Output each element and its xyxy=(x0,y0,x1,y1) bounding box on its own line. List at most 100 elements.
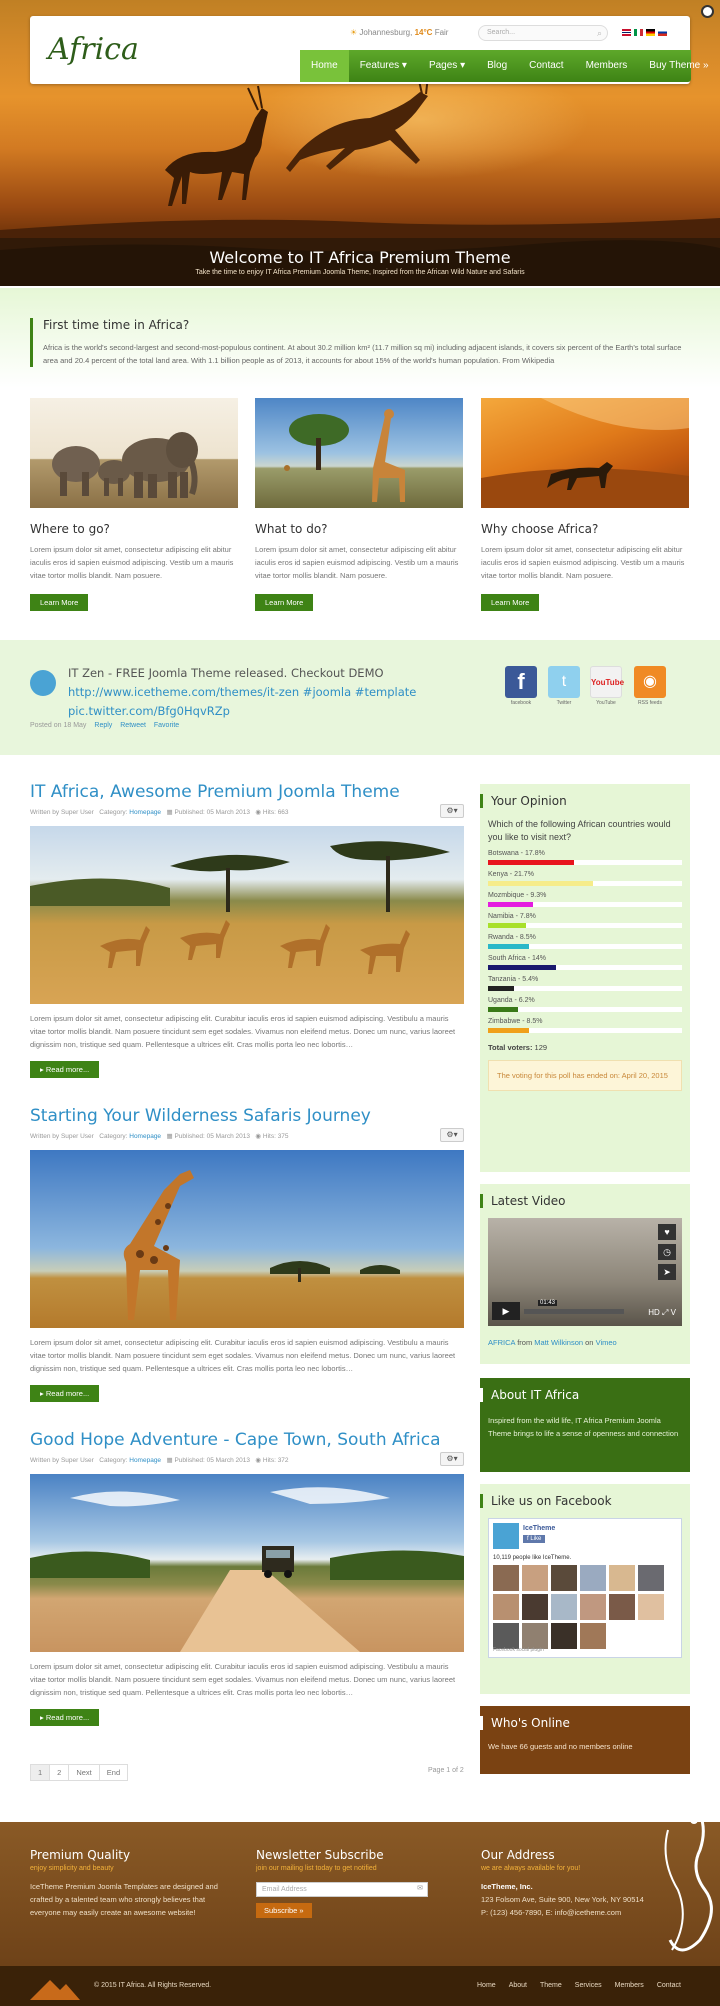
fan-avatar[interactable] xyxy=(638,1594,664,1620)
fan-avatar[interactable] xyxy=(493,1565,519,1591)
fan-avatar[interactable] xyxy=(609,1594,635,1620)
arrow-right-icon: ▸ xyxy=(40,1713,44,1722)
flag-italy-icon[interactable] xyxy=(634,29,643,36)
poll-total: Total voters: 129 xyxy=(488,1043,682,1052)
poll-option-bar xyxy=(488,944,682,949)
read-more-button[interactable]: ▸ Read more... xyxy=(30,1385,100,1402)
video-controls-icon[interactable]: HD ⤢ V xyxy=(648,1308,676,1318)
online-title: Who's Online xyxy=(480,1716,690,1730)
post-title[interactable]: IT Africa, Awesome Premium Joomla Theme xyxy=(30,782,464,802)
page-end-button[interactable]: End xyxy=(98,1764,129,1781)
fan-avatar[interactable] xyxy=(522,1594,548,1620)
newsletter-email-input[interactable]: Email Address ✉ xyxy=(256,1882,428,1897)
video-progress-bar[interactable] xyxy=(524,1309,624,1314)
fan-avatar[interactable] xyxy=(493,1594,519,1620)
video-author[interactable]: Matt Wilkinson xyxy=(534,1338,583,1347)
poll-option-fill xyxy=(488,881,594,886)
tweet-link[interactable]: http://www.icetheme.com/themes/it-zen #j… xyxy=(68,683,416,702)
poll-option-fill xyxy=(488,1007,519,1012)
gear-icon[interactable]: ⚙▾ xyxy=(440,1128,464,1142)
gear-icon[interactable]: ⚙▾ xyxy=(440,804,464,818)
facebook-like-button[interactable]: f Like xyxy=(523,1535,546,1543)
page-2-button[interactable]: 2 xyxy=(49,1764,70,1781)
arrow-right-icon: ▸ xyxy=(40,1065,44,1074)
read-more-button[interactable]: ▸ Read more... xyxy=(30,1709,100,1726)
learn-more-button[interactable]: Learn More xyxy=(30,594,89,611)
nav-contact[interactable]: Contact xyxy=(518,50,574,82)
nav-members[interactable]: Members xyxy=(575,50,639,82)
read-more-button[interactable]: ▸ Read more... xyxy=(30,1061,100,1078)
tweet-pic-link[interactable]: pic.twitter.com/Bfg0HqvRZp xyxy=(68,702,416,721)
page-1-button[interactable]: 1 xyxy=(30,1764,51,1781)
post-published: Published: 05 March 2013 xyxy=(174,1457,250,1464)
tweet-reply[interactable]: Reply xyxy=(94,722,112,729)
footer-link-contact[interactable]: Contact xyxy=(657,1982,681,1989)
rss-icon: ◉ xyxy=(634,666,666,698)
video-player[interactable]: ♥ ◷ ➤ ▶ 01:43 HD ⤢ V xyxy=(488,1218,682,1326)
fan-avatar[interactable] xyxy=(580,1623,606,1649)
nav-blog[interactable]: Blog xyxy=(476,50,518,82)
subscribe-button[interactable]: Subscribe » xyxy=(256,1903,312,1918)
flag-uk-icon[interactable] xyxy=(622,29,631,36)
fan-avatar[interactable] xyxy=(493,1623,519,1649)
tweet-favorite[interactable]: Favorite xyxy=(154,722,179,729)
page-next-button[interactable]: Next xyxy=(68,1764,100,1781)
icetheme-avatar-icon[interactable] xyxy=(30,670,56,696)
twitter-social-link[interactable]: t Twitter xyxy=(548,666,580,706)
video-site[interactable]: Vimeo xyxy=(596,1338,617,1347)
facebook-plugin-label: Facebook social plugin xyxy=(493,1647,544,1653)
poll-option-bar xyxy=(488,881,682,886)
nav-pages[interactable]: Pages ▾ xyxy=(418,50,476,82)
post-title[interactable]: Starting Your Wilderness Safaris Journey xyxy=(30,1106,464,1126)
footer-link-about[interactable]: About xyxy=(509,1982,527,1989)
fan-avatar[interactable] xyxy=(551,1565,577,1591)
fan-avatar[interactable] xyxy=(551,1594,577,1620)
gear-icon[interactable]: ⚙▾ xyxy=(440,1452,464,1466)
post-category[interactable]: Homepage xyxy=(129,1457,161,1464)
corner-widget-icon[interactable] xyxy=(701,5,714,18)
feature-title: What to do? xyxy=(255,522,328,536)
post-category[interactable]: Homepage xyxy=(129,809,161,816)
nav-home[interactable]: Home xyxy=(300,50,349,82)
facebook-social-link[interactable]: f facebook xyxy=(505,666,537,706)
footer-link-home[interactable]: Home xyxy=(477,1982,496,1989)
fan-avatar[interactable] xyxy=(609,1565,635,1591)
search-icon[interactable]: ⌕ xyxy=(597,28,602,39)
fan-avatar[interactable] xyxy=(638,1565,664,1591)
fan-avatar[interactable] xyxy=(522,1623,548,1649)
heart-icon[interactable]: ♥ xyxy=(658,1224,676,1240)
post-title[interactable]: Good Hope Adventure - Cape Town, South A… xyxy=(30,1430,464,1450)
fan-avatar[interactable] xyxy=(551,1623,577,1649)
clock-icon[interactable]: ◷ xyxy=(658,1244,676,1260)
read-more-label: Read more... xyxy=(45,1713,90,1722)
learn-more-button[interactable]: Learn More xyxy=(481,594,540,611)
tweet-retweet[interactable]: Retweet xyxy=(120,722,146,729)
post-category[interactable]: Homepage xyxy=(129,1133,161,1140)
youtube-social-link[interactable]: YouTube YouTube xyxy=(590,666,624,706)
calendar-icon: ▦ xyxy=(166,1457,173,1464)
video-link[interactable]: AFRICA xyxy=(488,1338,515,1347)
footer-link-members[interactable]: Members xyxy=(615,1982,644,1989)
feature-text: Lorem ipsum dolor sit amet, consectetur … xyxy=(255,545,459,580)
rss-social-link[interactable]: ◉ RSS feeds xyxy=(634,666,666,706)
flag-germany-icon[interactable] xyxy=(646,29,655,36)
site-logo[interactable]: Africa xyxy=(48,32,139,67)
fan-avatar[interactable] xyxy=(580,1594,606,1620)
fan-avatar[interactable] xyxy=(522,1565,548,1591)
search-input[interactable]: Search... ⌕ xyxy=(478,25,608,41)
poll-option-bar xyxy=(488,860,682,865)
icetheme-logo[interactable] xyxy=(493,1523,519,1549)
nav-buy-theme[interactable]: Buy Theme » xyxy=(638,50,719,82)
share-icon[interactable]: ➤ xyxy=(658,1264,676,1280)
learn-more-button[interactable]: Learn More xyxy=(255,594,314,611)
facebook-page-name[interactable]: IceTheme xyxy=(523,1525,555,1532)
footer-link-services[interactable]: Services xyxy=(575,1982,602,1989)
gazelles-savanna-image xyxy=(30,826,464,1004)
play-button[interactable]: ▶ xyxy=(492,1302,520,1320)
flag-russia-icon[interactable] xyxy=(658,29,667,36)
footer-link-theme[interactable]: Theme xyxy=(540,1982,562,1989)
nav-features[interactable]: Features ▾ xyxy=(349,50,418,82)
twitter-strip: IT Zen - FREE Joomla Theme released. Che… xyxy=(0,640,720,755)
blog-post: IT Africa, Awesome Premium Joomla Theme … xyxy=(30,782,464,1078)
fan-avatar[interactable] xyxy=(580,1565,606,1591)
